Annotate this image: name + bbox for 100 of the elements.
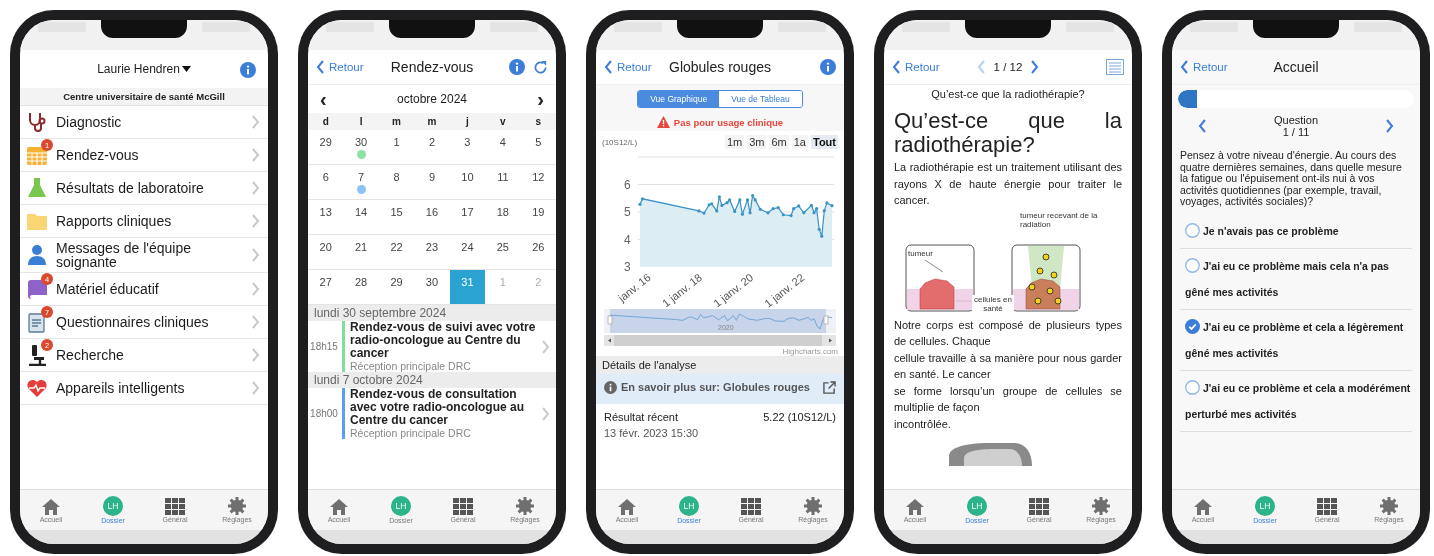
answer-option[interactable]: J'ai eu ce problème mais cela n'a pas gêné mes activités (1180, 248, 1412, 310)
calendar-day[interactable]: 2 (414, 130, 450, 164)
screen-title: Rendez-vous (389, 59, 475, 75)
range-button[interactable]: 3m (747, 135, 767, 149)
calendar-day[interactable]: 10 (449, 165, 486, 199)
calendar-day[interactable]: 11 (485, 165, 521, 199)
grid-icon (1317, 497, 1337, 515)
back-button[interactable]: Retour (892, 60, 954, 74)
calendar-day[interactable]: 27 (308, 270, 344, 304)
appointment-item[interactable]: 18h15 Rendez-vous de suivi avec votre radio-oncologue au Centre du cancer Réception principale DRC (308, 321, 556, 372)
chevron-right-icon (251, 282, 260, 296)
warning-message: Pas pour usage clinique (673, 116, 784, 128)
user-selector[interactable]: Laurie Hendren (97, 62, 191, 76)
list-icon[interactable] (1106, 59, 1124, 75)
data-point (802, 211, 806, 215)
chevron-right-icon (541, 406, 550, 421)
page-counter: 1 / 12 (993, 61, 1023, 73)
range-button[interactable]: 6m (769, 135, 789, 149)
chevron-right-icon (251, 315, 260, 329)
weekday-label: d (321, 116, 330, 127)
calendar-day[interactable]: 23 (414, 235, 450, 269)
article-heading: Qu’est-ce que la radiothérapie? (894, 109, 1122, 157)
data-point (738, 198, 742, 202)
calendar-day[interactable]: 9 (414, 165, 450, 199)
menu-item[interactable]: Résultats de laboratoire (20, 172, 268, 205)
range-button[interactable]: 1m (724, 135, 745, 149)
calendar-day[interactable]: 20 (308, 235, 344, 269)
calendar-day[interactable]: 18 (485, 200, 521, 234)
answer-option[interactable]: Je n'avais pas ce problème (1180, 213, 1412, 249)
previous-month-button[interactable]: ‹ (320, 89, 327, 109)
appointment-item[interactable]: 18h00 Rendez-vous de consultation avec votre radio-oncologue au Centre du cancer Réception principale DRC (308, 388, 556, 439)
weekday-label: j (464, 116, 470, 127)
range-button[interactable]: Tout (811, 135, 838, 149)
avatar: LH (103, 496, 123, 516)
figure-label: cellules en santé (972, 294, 1014, 313)
menu-item[interactable]: Appareils intelligents (20, 372, 268, 405)
calendar-day[interactable]: 1 (378, 130, 415, 164)
calendar-day[interactable]: 8 (378, 165, 415, 199)
info-icon (604, 381, 617, 394)
calendar-day[interactable]: 6 (308, 165, 344, 199)
y-tick-label: 5 (624, 205, 631, 219)
status-indicator (326, 22, 374, 32)
calendar-day[interactable]: 12 (520, 165, 556, 199)
info-icon[interactable] (509, 59, 525, 75)
calendar-day[interactable]: 15 (378, 200, 415, 234)
calendar-day[interactable]: 3 (449, 130, 486, 164)
avatar: LH (679, 496, 699, 516)
y-tick-label: 4 (624, 232, 631, 247)
previous-question-button[interactable] (1198, 119, 1207, 133)
calendar-day[interactable]: 13 (308, 200, 344, 234)
status-indicator (38, 22, 86, 32)
data-point (822, 209, 826, 213)
calendar-day[interactable]: 19 (520, 200, 556, 234)
question-counter: 1 / 11 (1282, 126, 1310, 138)
navigator-drawing[interactable] (604, 309, 836, 346)
chevron-right-icon (251, 115, 260, 129)
calendar-day[interactable]: 25 (485, 235, 521, 269)
calendar-day[interactable]: 28 (343, 270, 379, 304)
calendar-day[interactable]: 21 (343, 235, 379, 269)
article-paragraph: La radiothérapie est un traitement utilisant des rayons X de haute énergie pour traiter le cancer. (894, 160, 1122, 208)
menu-item[interactable]: Diagnostic (20, 106, 268, 139)
menu-item[interactable]: Rapports cliniques (20, 205, 268, 238)
calendar-day[interactable]: 30 (414, 270, 450, 304)
view-tab[interactable]: Vue de Tableau (719, 91, 802, 107)
external-link-icon (823, 381, 836, 394)
grid-icon (453, 497, 473, 515)
data-point (817, 227, 821, 231)
calendar-day[interactable]: 29 (308, 130, 344, 164)
date-header: lundi 30 septembre 2024 (308, 305, 556, 321)
article-paragraph: Notre corps est composé de plusieurs types de cellules. Chaque cellule travaille à sa manière pour nous garder en santé. Le cancer se forme lorsqu’un groupe de cellules se multiplie de façon incontrôlée. (894, 317, 1122, 432)
back-button[interactable]: Retour (1180, 60, 1242, 74)
calendar-day[interactable]: 24 (449, 235, 486, 269)
data-point (781, 213, 785, 217)
answer-option[interactable]: J'ai eu ce problème et cela a modérément perturbé mes activités (1180, 370, 1412, 432)
learn-more-link[interactable]: En savoir plus sur: Globules rouges (596, 374, 844, 404)
chevron-right-icon (251, 248, 260, 262)
answer-option[interactable]: J'ai eu ce problème et cela a légèrement gêné mes activités (1180, 309, 1412, 371)
calendar-day[interactable]: 22 (378, 235, 415, 269)
calendar-day[interactable]: 4 (485, 130, 521, 164)
info-icon[interactable] (240, 62, 256, 78)
info-icon[interactable] (820, 59, 836, 75)
calendar-day[interactable]: 30 (343, 130, 379, 164)
calendar-day[interactable]: 26 (520, 235, 556, 269)
calendar-day[interactable]: 14 (343, 200, 379, 234)
next-question-button[interactable] (1385, 119, 1394, 133)
back-button[interactable]: Retour (316, 60, 378, 74)
calendar-day[interactable]: 29 (378, 270, 415, 304)
chart-credit: Highcharts.com (781, 347, 838, 356)
calendar-day[interactable]: 17 (449, 200, 486, 234)
back-button[interactable]: Retour (604, 60, 666, 74)
screen-title: Globules rouges (668, 59, 772, 75)
calendar-day[interactable]: 7 (343, 165, 379, 199)
refresh-icon[interactable] (533, 59, 548, 75)
home-icon (41, 497, 61, 515)
next-page-button[interactable] (1030, 60, 1040, 74)
menu-item[interactable]: Messages de l'équipe soignante (20, 238, 268, 273)
calendar-day[interactable]: 5 (520, 130, 556, 164)
range-button[interactable]: 1a (791, 135, 808, 149)
next-month-button[interactable]: › (537, 89, 544, 109)
calendar-day[interactable]: 16 (414, 200, 450, 234)
